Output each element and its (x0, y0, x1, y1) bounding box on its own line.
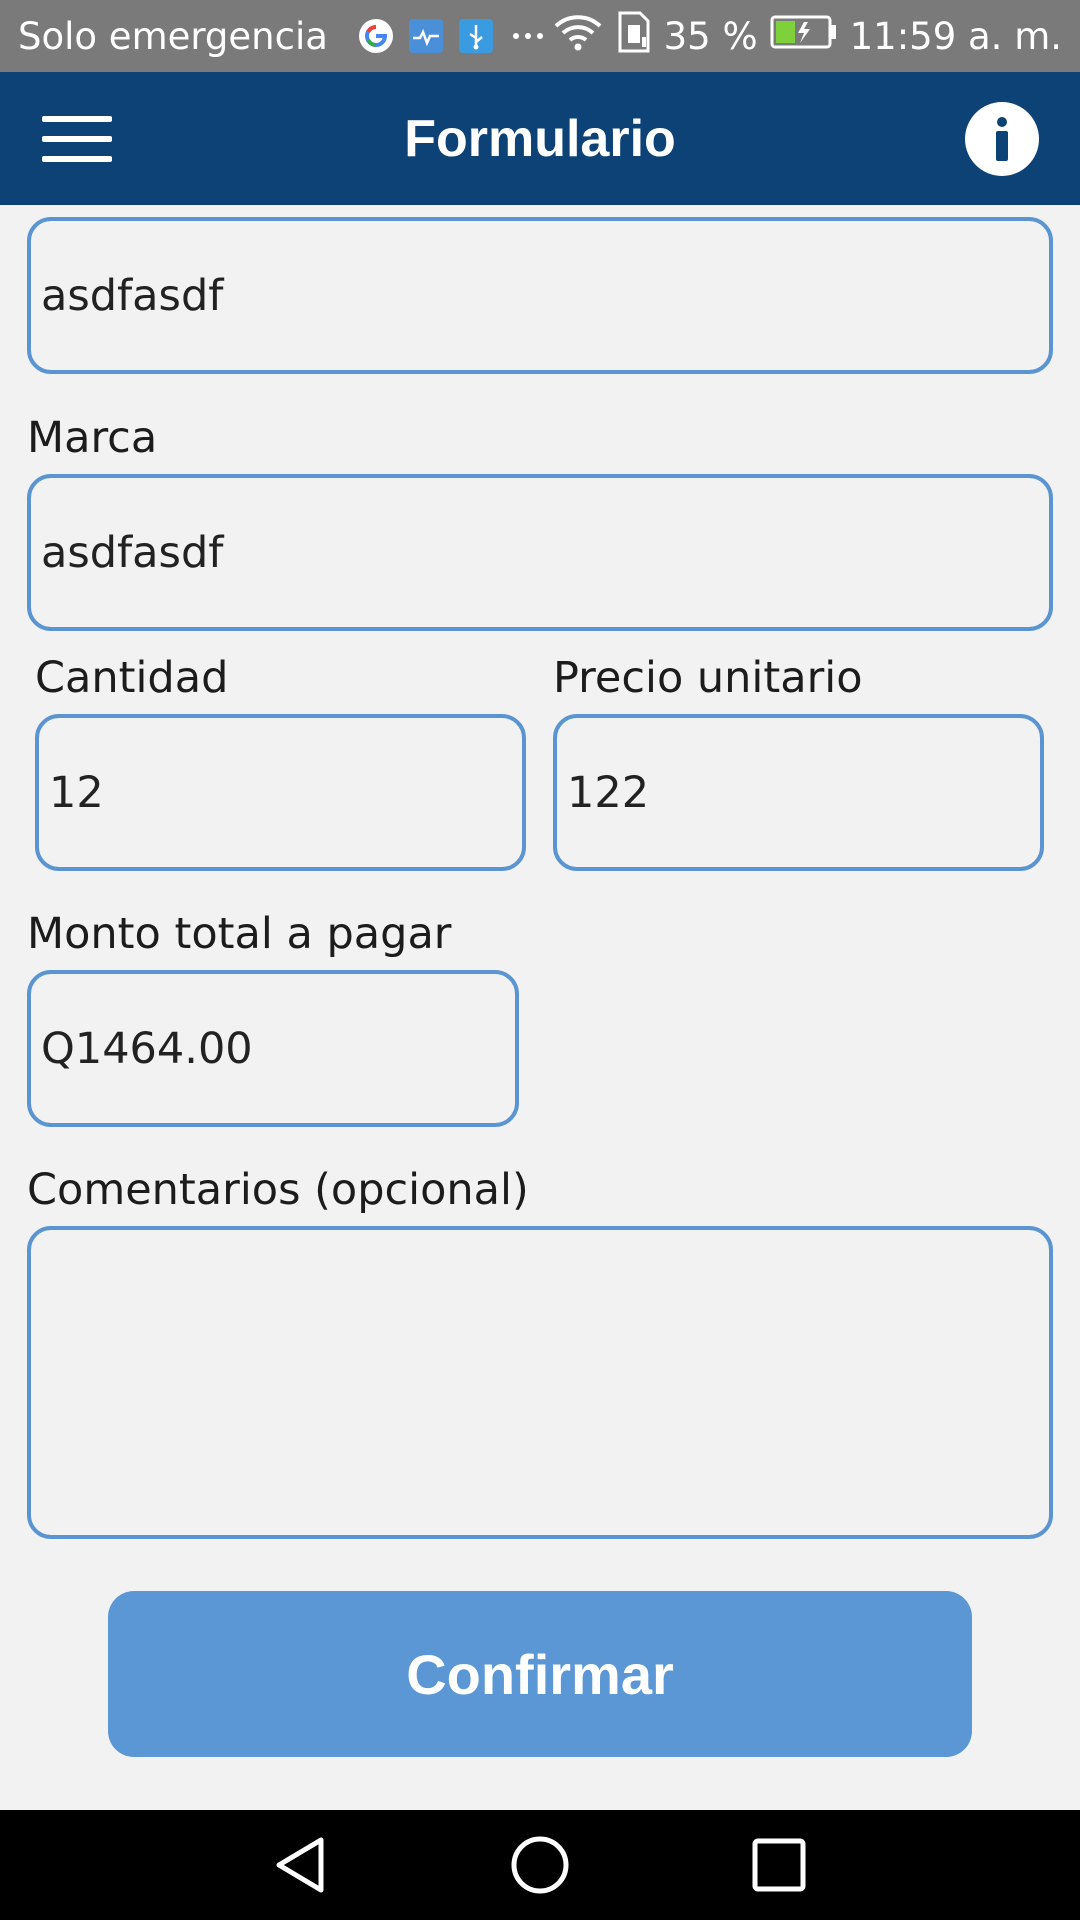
recents-icon[interactable] (719, 1810, 839, 1920)
precio-unitario-field[interactable]: 122 (553, 714, 1044, 871)
monto-total-label: Monto total a pagar (27, 909, 452, 959)
monto-total-field[interactable]: Q1464.00 (27, 970, 519, 1127)
marca-value: asdfasdf (41, 527, 224, 578)
top-field-value: asdfasdf (41, 270, 224, 321)
battery-icon (770, 14, 838, 59)
page-title: Formulario (404, 109, 676, 168)
cantidad-field[interactable]: 12 (35, 714, 526, 871)
top-text-field[interactable]: asdfasdf (27, 217, 1053, 374)
marca-field[interactable]: asdfasdf (27, 474, 1053, 631)
google-icon (358, 18, 394, 54)
form: asdfasdf Marca asdfasdf Cantidad 12 Prec… (0, 205, 1080, 1810)
precio-unitario-label: Precio unitario (553, 653, 863, 703)
app-bar: Formulario (0, 72, 1080, 205)
navigation-bar (0, 1810, 1080, 1920)
wifi-icon (552, 12, 604, 61)
notification-icons (344, 18, 548, 54)
home-icon[interactable] (480, 1810, 600, 1920)
battery-percent: 35 % (663, 14, 758, 58)
status-bar: Solo emergencia 35 % 11:59 a. m. (0, 0, 1080, 72)
back-icon[interactable] (240, 1810, 360, 1920)
cut-off-label (27, 205, 427, 211)
marca-label: Marca (27, 413, 158, 463)
info-icon[interactable] (965, 102, 1039, 176)
status-right: 35 % 11:59 a. m. (540, 0, 1062, 72)
usb-icon (458, 18, 494, 54)
comentarios-label: Comentarios (opcional) (27, 1165, 529, 1215)
cantidad-label: Cantidad (35, 653, 229, 703)
status-left: Solo emergencia (18, 0, 548, 72)
comentarios-textarea[interactable] (27, 1226, 1053, 1539)
cantidad-value: 12 (49, 767, 104, 818)
screen: Solo emergencia 35 % 11:59 a. m. Formula… (0, 0, 1080, 1920)
carrier-text: Solo emergencia (18, 14, 328, 58)
precio-unitario-value: 122 (567, 767, 650, 818)
monto-total-value: Q1464.00 (41, 1023, 253, 1074)
health-icon (408, 18, 444, 54)
sim-icon (616, 11, 652, 62)
clock-time: 11:59 a. m. (849, 14, 1062, 58)
confirm-button[interactable]: Confirmar (108, 1591, 972, 1757)
